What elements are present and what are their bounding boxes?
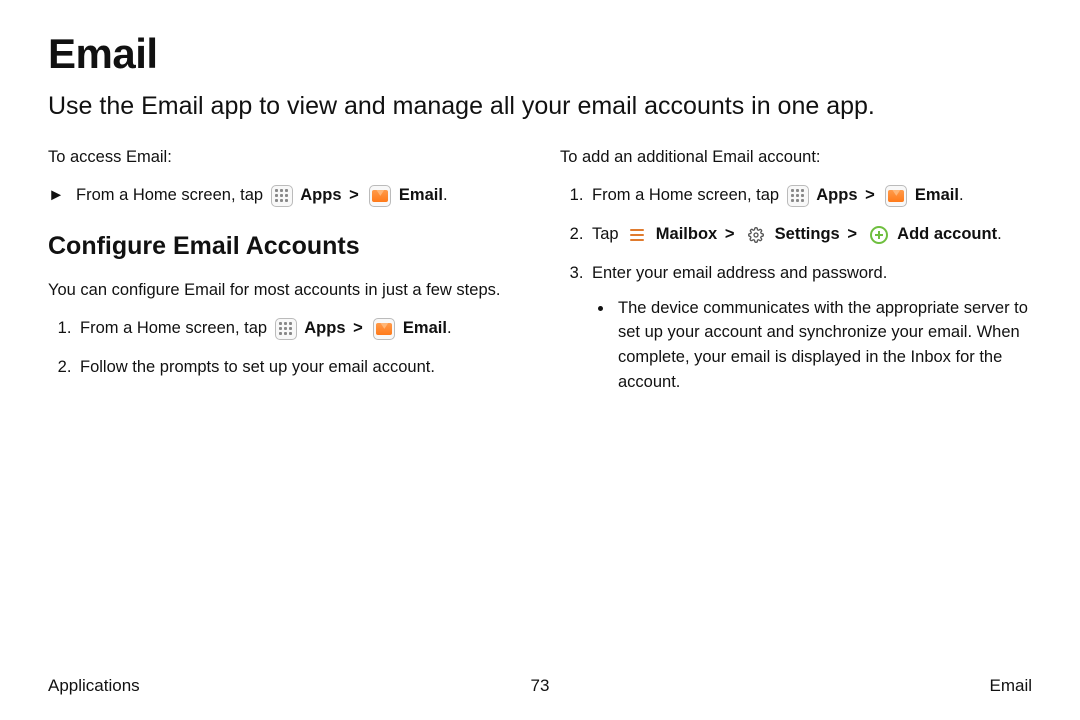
configure-intro: You can configure Email for most account… [48,278,520,303]
menu-icon [626,224,648,246]
apps-label: Apps [816,186,857,204]
caret-icon: > [725,225,735,243]
page-intro: Use the Email app to view and manage all… [48,90,1032,123]
apps-icon [271,185,293,207]
add-step-3-sub: The device communicates with the appropr… [592,296,1032,395]
add-account-label: To add an additional Email account: [560,145,1032,170]
configure-heading: Configure Email Accounts [48,228,520,266]
footer-right: Email [989,676,1032,696]
add-account-steps: From a Home screen, tap Apps > Email. Ta… [560,183,1032,394]
email-icon [373,318,395,340]
page-number: 73 [531,676,550,696]
email-icon [369,185,391,207]
gear-icon [745,224,767,246]
caret-icon: > [865,186,875,204]
add-account-bold: Add account [897,225,997,243]
plus-icon [868,224,890,246]
apps-label: Apps [300,186,341,204]
add-step-3: Enter your email address and password. T… [588,261,1032,395]
access-step: ► From a Home screen, tap Apps > Email. [48,183,520,208]
caret-icon: > [349,186,359,204]
configure-step-1: From a Home screen, tap Apps > Email. [76,316,520,341]
left-column: To access Email: ► From a Home screen, t… [48,145,520,409]
right-column: To add an additional Email account: From… [560,145,1032,409]
email-label: Email [915,186,959,204]
email-label: Email [399,186,443,204]
configure-steps: From a Home screen, tap Apps > Email. Fo… [48,316,520,380]
access-step-text: From a Home screen, tap Apps > Email. [76,183,448,208]
arrow-bullet-icon: ► [48,183,76,208]
add-step-1: From a Home screen, tap Apps > Email. [588,183,1032,208]
apps-label: Apps [304,319,345,337]
configure-step-2: Follow the prompts to set up your email … [76,355,520,380]
mailbox-label: Mailbox [656,225,717,243]
caret-icon: > [353,319,363,337]
apps-icon [275,318,297,340]
footer-left: Applications [48,676,140,696]
add-step-2: Tap Mailbox > Settings > Add account. [588,222,1032,247]
settings-label: Settings [775,225,840,243]
email-icon [885,185,907,207]
page-footer: Applications 73 Email [48,676,1032,696]
add-step-3-detail: The device communicates with the appropr… [614,296,1032,395]
email-label: Email [403,319,447,337]
page-title: Email [48,30,1032,78]
caret-icon: > [847,225,857,243]
access-label: To access Email: [48,145,520,170]
apps-icon [787,185,809,207]
